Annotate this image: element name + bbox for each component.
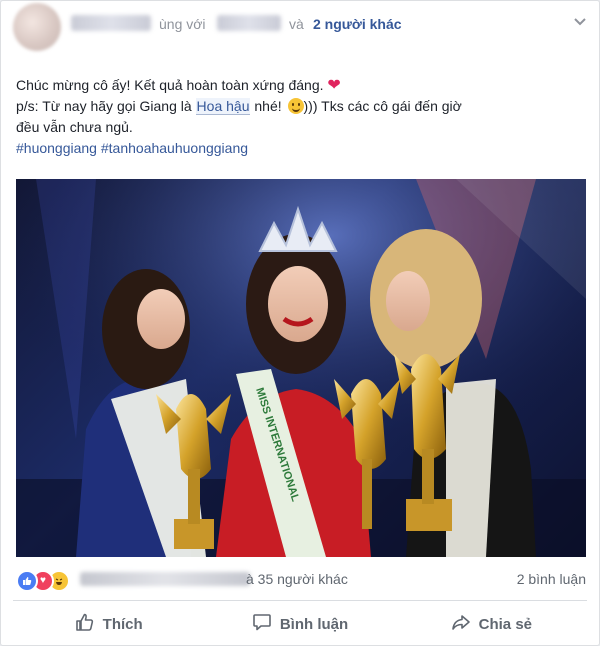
pageant-photo-illustration: MISS INTERNATIONAL (16, 179, 586, 557)
hashtag-huonggiang[interactable]: #huonggiang (16, 140, 97, 156)
more-options-icon[interactable] (569, 11, 591, 31)
like-label: Thích (102, 615, 143, 633)
hashtags: #huonggiang #tanhoahauhuonggiang (16, 138, 586, 159)
comment-button[interactable]: Bình luận (204, 606, 395, 642)
hashtag-tanhoahauhuonggiang[interactable]: #tanhoahauhuonggiang (101, 140, 248, 156)
heart-emoji-icon: ❤ (327, 77, 341, 94)
blurred-tagged-name (217, 15, 281, 31)
comment-bubble-icon (252, 612, 272, 636)
share-label: Chia sẻ (478, 615, 532, 633)
post-actions: Thích Bình luận Chia sẻ (13, 606, 587, 642)
highlight-hoa-hau[interactable]: Hoa hậu (195, 98, 251, 115)
reactions-summary: ♥ à 35 người khác 2 bình luận (16, 567, 586, 592)
others-link[interactable]: 2 người khác (313, 15, 402, 33)
reaction-count[interactable]: à 35 người khác (246, 571, 348, 587)
message-line-2: p/s: Từ nay hãy gọi Giang là Hoa hậu nhé… (16, 98, 462, 115)
like-icon[interactable] (16, 570, 38, 592)
post-header: ùng với và 2 người khác (1, 1, 599, 61)
message-line-1: Chúc mừng cô ấy! Kết quả hoàn toàn xứng … (16, 77, 341, 94)
share-button[interactable]: Chia sẻ (396, 606, 587, 642)
tagged-with-text: ùng với (159, 16, 206, 32)
like-button[interactable]: Thích (13, 606, 204, 642)
and-text: và (289, 16, 304, 32)
share-arrow-icon (451, 612, 471, 636)
smile-emoji-icon (287, 98, 304, 114)
comment-count[interactable]: 2 bình luận (517, 571, 586, 587)
actions-divider (13, 600, 587, 601)
avatar[interactable] (13, 3, 61, 51)
comment-label: Bình luận (279, 615, 349, 633)
post-photo[interactable]: MISS INTERNATIONAL (16, 179, 586, 557)
message-line-3: đều vẫn chưa ngủ. (16, 119, 133, 135)
post-card: ùng với và 2 người khác Chúc mừng cô ấy!… (0, 0, 600, 646)
blurred-author-name (71, 15, 151, 31)
thumbs-up-icon (75, 612, 95, 636)
post-message: Chúc mừng cô ấy! Kết quả hoàn toàn xứng … (16, 75, 586, 159)
blurred-reactor-names (80, 572, 250, 586)
